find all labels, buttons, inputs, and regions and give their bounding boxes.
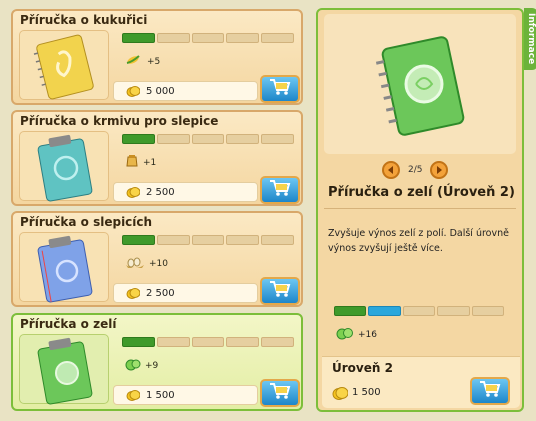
yield-bonus: +9: [125, 357, 158, 374]
green-notebook-icon: [19, 334, 109, 405]
item-card-chickens[interactable]: Příručka o slepicích +10 2 500: [11, 211, 303, 307]
cabbage-icon: [336, 326, 354, 343]
price-row: 2 500: [113, 182, 258, 202]
yield-bonus: +16: [336, 326, 377, 343]
pager: 2/5: [382, 161, 449, 179]
green-notebook-large-icon: [324, 14, 516, 154]
corn-icon: [125, 53, 143, 70]
divider: [324, 208, 516, 209]
teal-notebook-icon: [19, 131, 109, 202]
info-title: Příručka o zelí (Úroveň 2): [328, 185, 515, 200]
page-indicator: 2/5: [408, 165, 423, 175]
item-card-corn[interactable]: Příručka o kukuřici +5 5 000: [11, 9, 303, 105]
info-description: Zvyšuje výnos zelí z polí. Další úrovně …: [328, 228, 509, 254]
price-value: 2 500: [146, 186, 175, 198]
feed-sack-icon: [125, 154, 139, 171]
item-card-chicken-feed[interactable]: Příručka o krmivu pro slepice +1 2 500: [11, 110, 303, 206]
card-title: Příručka o slepicích: [20, 215, 153, 229]
shopping-cart-icon: [269, 382, 291, 404]
price-value: 2 500: [146, 287, 175, 299]
price-row: 2 500: [113, 283, 258, 303]
shopping-cart-icon: [269, 179, 291, 201]
blue-notebook-icon: [19, 232, 109, 303]
buy-button[interactable]: [260, 75, 300, 103]
yield-bonus: +5: [125, 53, 160, 70]
coins-icon: [126, 186, 141, 198]
buy-button[interactable]: [260, 277, 300, 305]
card-title: Příručka o zelí: [20, 317, 117, 331]
level-progress-bar: [122, 235, 294, 245]
shopping-cart-icon: [269, 280, 291, 302]
level-progress-bar: [122, 134, 294, 144]
arrow-left-icon: [388, 166, 393, 174]
previous-button[interactable]: [382, 161, 400, 179]
bonus-value: +5: [147, 56, 161, 67]
yield-bonus: +1: [125, 154, 156, 171]
info-panel: 2/5 Příručka o zelí (Úroveň 2) Zvyšuje v…: [316, 8, 524, 412]
coins-icon: [126, 389, 141, 401]
bonus-value: +16: [358, 329, 377, 340]
level-progress-bar: [122, 337, 294, 347]
price-row: 1 500: [113, 385, 258, 405]
yield-bonus: +10: [125, 255, 168, 272]
price-value: 5 000: [146, 85, 175, 97]
arrow-right-icon: [437, 166, 443, 174]
bonus-value: +10: [149, 258, 168, 269]
card-title: Příručka o krmivu pro slepice: [20, 114, 219, 128]
shopping-cart-icon: [269, 78, 291, 100]
coins-icon: [126, 287, 141, 299]
bonus-value: +1: [143, 157, 157, 168]
next-button[interactable]: [430, 161, 449, 179]
price-row: 5 000: [113, 81, 258, 101]
yellow-notebook-icon: [19, 30, 109, 100]
price-value: 1 500: [146, 389, 175, 401]
level-progress-bar: [122, 33, 294, 43]
tab-informace[interactable]: Informace: [524, 8, 536, 70]
buy-level-button[interactable]: [470, 377, 510, 405]
card-title: Příručka o kukuřici: [20, 13, 148, 27]
eggs-icon: [125, 255, 145, 272]
level-purchase-box: Úroveň 2 1 500: [322, 356, 520, 408]
coins-icon: [126, 85, 141, 97]
coins-icon: [332, 387, 349, 400]
buy-button[interactable]: [260, 176, 300, 204]
price-row: 1 500: [332, 387, 381, 400]
buy-button[interactable]: [260, 379, 300, 407]
cabbage-icon: [125, 357, 141, 374]
price-value: 1 500: [352, 387, 381, 398]
bonus-value: +9: [145, 360, 159, 371]
shopping-cart-icon: [479, 380, 501, 402]
level-label: Úroveň 2: [332, 361, 393, 375]
item-card-cabbage[interactable]: Příručka o zelí +9 1 500: [11, 313, 303, 411]
level-progress-bar: [334, 306, 505, 316]
